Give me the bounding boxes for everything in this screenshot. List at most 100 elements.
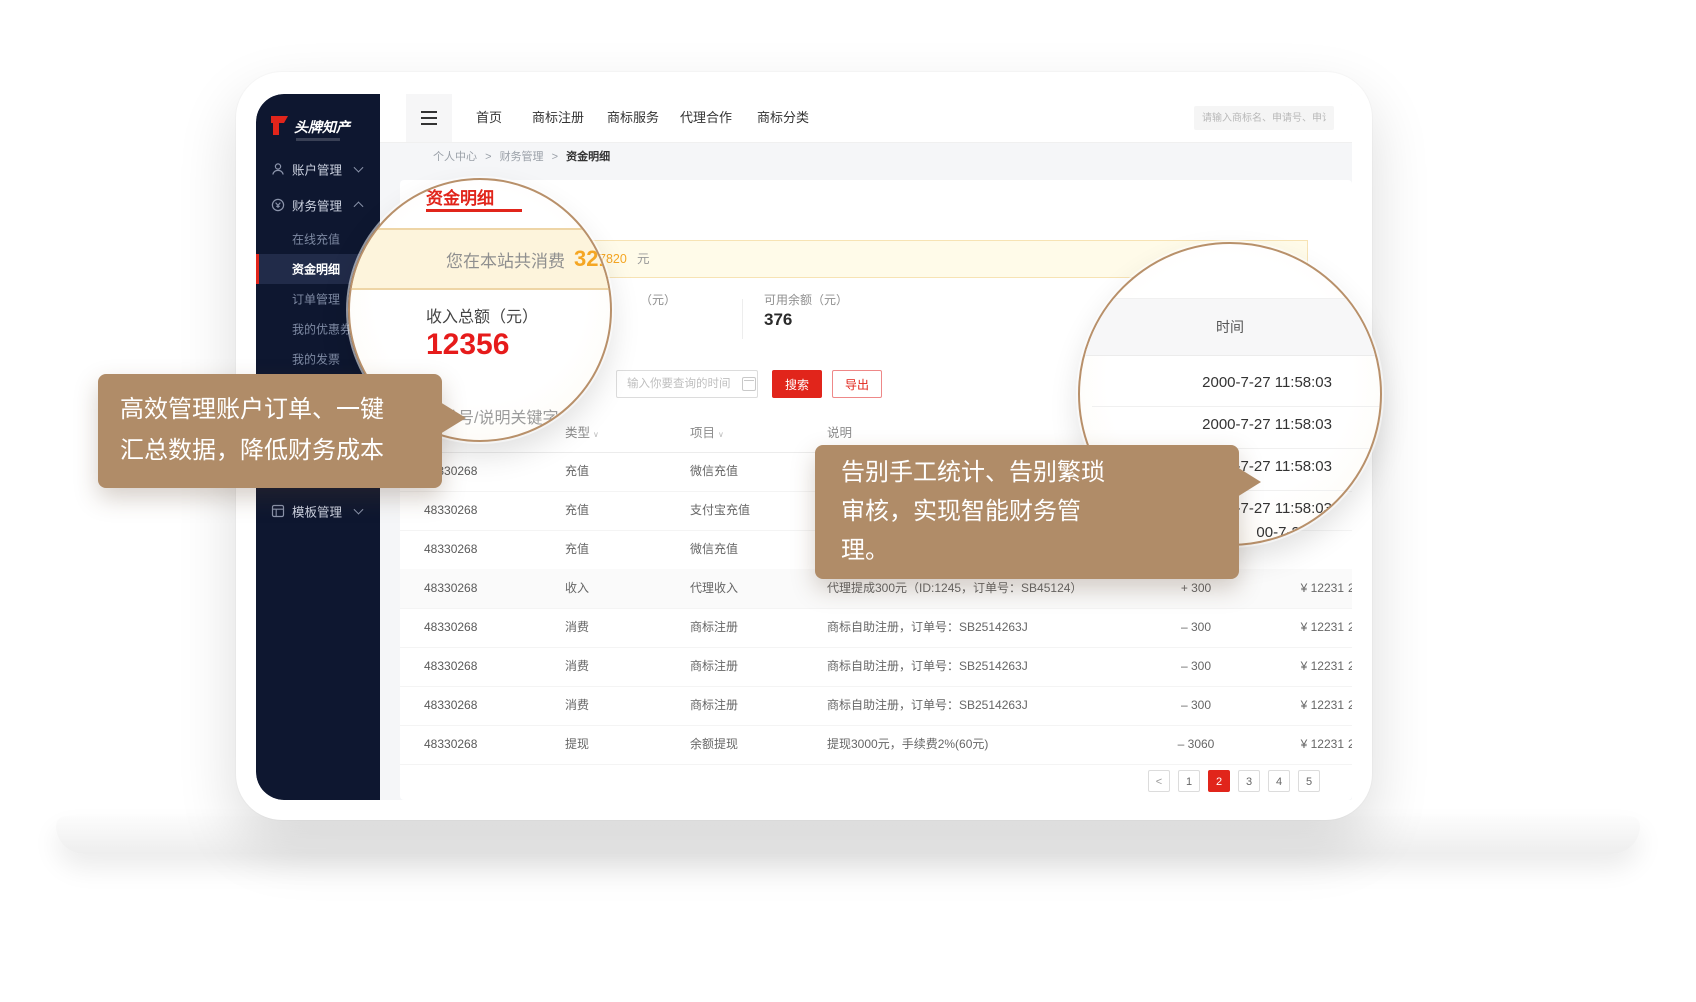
cell-time-clipped: 2000-7-27 11:58:03 — [1348, 686, 1352, 725]
cell-project: 商标注册 — [690, 647, 738, 686]
magnified-banner-amount: 32124 — [574, 246, 612, 272]
cell-type: 充值 — [565, 452, 589, 491]
nav-link-trademark-category[interactable]: 商标分类 — [757, 94, 809, 142]
search-button[interactable]: 搜索 — [772, 370, 822, 398]
cell-project: 商标注册 — [690, 686, 738, 725]
tooltip-text-line: 审核，实现智能财务管 — [841, 492, 1213, 531]
breadcrumb-item[interactable]: 财务管理 — [500, 151, 544, 163]
cell-order: 48330268 — [424, 725, 477, 764]
magnified-income-value: 12356 — [426, 328, 509, 362]
magnified-tab-label: 资金明细 — [426, 184, 494, 209]
tooltip-text-line: 告别手工统计、告别繁琐 — [841, 453, 1213, 492]
pagination-page-1[interactable]: 1 — [1178, 770, 1200, 792]
cell-amount: – 300 — [1161, 686, 1231, 725]
cell-order: 48330268 — [424, 608, 477, 647]
cell-order: 48330268 — [424, 647, 477, 686]
sidebar-item-label: 财务管理 — [292, 196, 342, 215]
tooltip-right: 告别手工统计、告别繁琐 审核，实现智能财务管 理。 — [815, 445, 1239, 579]
stat-divider — [742, 299, 743, 339]
logo-icon — [268, 114, 290, 138]
sidebar-item-label: 模板管理 — [292, 502, 342, 521]
cell-desc: 商标自助注册，订单号：SB2514263J — [827, 686, 1157, 725]
tooltip-left-arrow — [440, 402, 466, 434]
cell-amount: – 300 — [1161, 608, 1231, 647]
tooltip-right-arrow — [1237, 467, 1261, 497]
stat-mid-label-fragment: （元） — [640, 291, 676, 308]
breadcrumb-current: 资金明细 — [566, 151, 610, 163]
table-row[interactable]: 48330268 消费 商标注册 商标自助注册，订单号：SB2514263J –… — [400, 686, 1352, 726]
chevron-down-icon — [354, 505, 364, 515]
pagination-prev-button[interactable]: < — [1148, 770, 1170, 792]
cell-type: 消费 — [565, 686, 589, 725]
pagination-page-2-active[interactable]: 2 — [1208, 770, 1230, 792]
search-input[interactable] — [1194, 106, 1334, 130]
cell-order: 48330268 — [424, 686, 477, 725]
table-row[interactable]: 48330268 消费 商标注册 商标自助注册，订单号：SB2514263J –… — [400, 647, 1352, 687]
export-button[interactable]: 导出 — [832, 370, 882, 398]
available-balance-label: 可用余额（元） — [764, 291, 848, 308]
tooltip-text-line: 汇总数据，降低财务成本 — [120, 430, 420, 471]
cell-desc: 提现3000元，手续费2%(60元) — [827, 725, 1157, 764]
cell-project: 微信充值 — [690, 530, 738, 569]
logo-subtext-bar — [296, 138, 340, 141]
nav-link-trademark-service[interactable]: 商标服务 — [607, 94, 659, 142]
cell-time-clipped: 2000-7-27 11:58:03 — [1348, 647, 1352, 686]
cell-type: 充值 — [565, 530, 589, 569]
sidebar-item-label: 我的优惠券 — [292, 321, 352, 338]
cell-type: 充值 — [565, 491, 589, 530]
breadcrumb: 个人中心 > 财务管理 > 资金明细 — [433, 142, 610, 172]
nav-link-trademark-register[interactable]: 商标注册 — [532, 94, 584, 142]
cell-balance: ¥ 12231 — [1276, 686, 1344, 725]
cell-type: 消费 — [565, 647, 589, 686]
cell-time-clipped: 2000-7-27 11:58:03 — [1348, 725, 1352, 764]
breadcrumb-separator: > — [485, 151, 491, 163]
hamburger-icon — [421, 111, 437, 113]
pagination-page-5[interactable]: 5 — [1298, 770, 1320, 792]
sidebar-item-label: 订单管理 — [292, 291, 340, 308]
sidebar-item-label: 账户管理 — [292, 160, 342, 179]
table-row[interactable]: 48330268 提现 余额提现 提现3000元，手续费2%(60元) – 30… — [400, 725, 1352, 765]
magnified-income-label: 收入总额（元） — [426, 303, 538, 327]
stage: 头牌知产 账户管理 财务管理 在线充值 — [0, 0, 1696, 1002]
magnified-time-value: 2000-7-27 11:58:03 — [1078, 416, 1332, 433]
logo[interactable]: 头牌知产 — [268, 114, 372, 144]
calendar-icon[interactable] — [742, 377, 756, 391]
template-icon — [271, 504, 285, 518]
finance-icon — [271, 198, 285, 212]
chevron-down-icon — [354, 163, 364, 173]
user-icon — [271, 162, 285, 176]
cell-order: 48330268 — [424, 569, 477, 608]
nav-link-home[interactable]: 首页 — [476, 94, 502, 142]
cell-balance: ¥ 12231 — [1276, 725, 1344, 764]
magnified-banner-prefix: 您在本站共消费 — [446, 247, 565, 272]
hamburger-menu-button[interactable] — [406, 94, 452, 142]
sidebar-item-template[interactable]: 模板管理 — [256, 494, 380, 528]
cell-type: 提现 — [565, 725, 589, 764]
breadcrumb-item[interactable]: 个人中心 — [433, 151, 477, 163]
magnified-banner: 您在本站共消费 32124 — [348, 228, 610, 290]
cell-amount: – 300 — [1161, 647, 1231, 686]
date-query-input[interactable] — [616, 370, 758, 398]
cell-type: 收入 — [565, 569, 589, 608]
pagination-page-4[interactable]: 4 — [1268, 770, 1290, 792]
cell-amount: – 3060 — [1161, 725, 1231, 764]
sidebar-item-label: 在线充值 — [292, 231, 340, 248]
magnified-time-value: 2000-7-27 11:58:03 — [1078, 374, 1332, 391]
banner-unit: 元 — [637, 241, 650, 277]
magnified-time-header: 时间 — [1080, 299, 1380, 355]
pagination-page-3[interactable]: 3 — [1238, 770, 1260, 792]
nav-link-agency[interactable]: 代理合作 — [680, 94, 732, 142]
active-indicator — [256, 254, 259, 284]
available-balance-value: 376 — [764, 310, 792, 330]
column-header-project[interactable]: 项目∨ — [690, 414, 724, 452]
cell-project: 微信充值 — [690, 452, 738, 491]
cell-desc: 商标自助注册，订单号：SB2514263J — [827, 647, 1157, 686]
tooltip-text-line: 理。 — [841, 531, 1213, 570]
cell-balance: ¥ 12231 — [1276, 608, 1344, 647]
table-row[interactable]: 48330268 消费 商标注册 商标自助注册，订单号：SB2514263J –… — [400, 608, 1352, 648]
cell-order: 48330268 — [424, 491, 477, 530]
tooltip-text-line: 高效管理账户订单、一键 — [120, 389, 420, 430]
magnified-time-header-band: 时间 — [1080, 298, 1380, 356]
cell-project: 商标注册 — [690, 608, 738, 647]
cell-time-clipped: 2000-7-27 11:58:03 — [1348, 608, 1352, 647]
